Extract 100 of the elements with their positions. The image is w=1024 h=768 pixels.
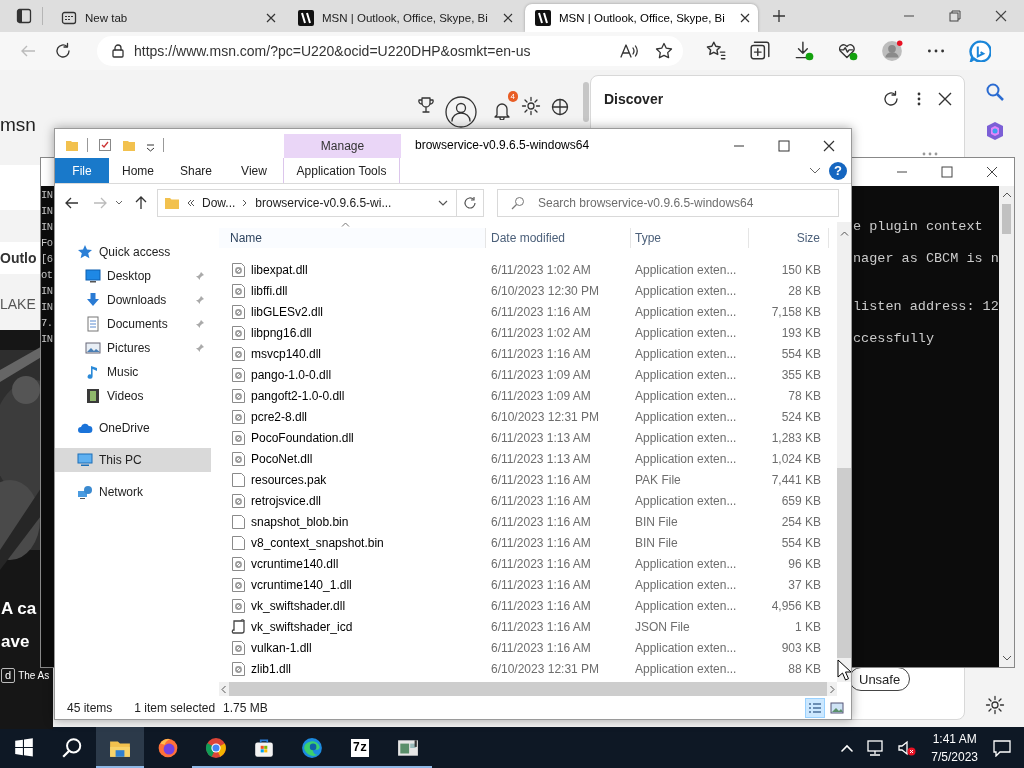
nav-item[interactable]: Documents	[55, 312, 211, 336]
maximize-icon[interactable]	[941, 166, 953, 178]
settings-icon[interactable]	[521, 96, 541, 116]
address-bar[interactable]: https://www.msn.com/?pc=U220&ocid=U220DHP&osmkt=en-us	[97, 36, 683, 66]
scroll-thumb[interactable]	[837, 468, 851, 658]
more-icon[interactable]	[916, 91, 922, 107]
file-row[interactable]: PocoNet.dll 6/11/2023 1:13 AM Application exten... 1,024 KB	[219, 448, 837, 469]
scroll-down-icon[interactable]	[1001, 655, 1012, 661]
browser-circle-icon[interactable]	[205, 736, 227, 759]
help-button[interactable]: ?	[829, 161, 847, 180]
column-header[interactable]: Size	[749, 228, 829, 248]
file-row[interactable]: vcruntime140_1.dll 6/11/2023 1:16 AM Application exten... 37 KB	[219, 574, 837, 595]
shopping-bag-icon[interactable]	[253, 736, 275, 759]
globe-icon[interactable]	[551, 96, 569, 116]
search-field[interactable]: Search browservice-v0.9.6.5-windows64	[497, 188, 839, 217]
taskbar-button[interactable]	[96, 727, 144, 768]
file-row[interactable]: pango-1.0-0.dll 6/11/2023 1:09 AM Application exten... 355 KB	[219, 364, 837, 385]
profile-avatar-icon[interactable]	[881, 40, 903, 62]
refresh-button[interactable]	[457, 188, 484, 217]
browser-tab[interactable]: MSN | Outlook, Office, Skype, Bi	[288, 4, 521, 32]
nav-item[interactable]: Downloads	[55, 288, 211, 312]
file-row[interactable]: v8_context_snapshot.bin 6/11/2023 1:16 AM BIN File 554 KB	[219, 532, 837, 553]
ribbon-tab[interactable]: View	[225, 158, 283, 183]
collections-icon[interactable]	[749, 40, 771, 62]
fox-globe-icon[interactable]	[157, 736, 179, 759]
plus-icon[interactable]	[772, 9, 786, 23]
restore-icon[interactable]	[949, 10, 961, 22]
read-aloud-icon[interactable]	[619, 43, 639, 59]
trophy-icon[interactable]	[417, 96, 435, 114]
account-icon[interactable]	[445, 96, 477, 128]
file-row[interactable]: msvcp140.dll 6/11/2023 1:16 AM Application exten... 554 KB	[219, 343, 837, 364]
headline-text[interactable]: A ca	[1, 596, 37, 622]
file-row[interactable]: pangoft2-1.0-0.dll 6/11/2023 1:09 AM Application exten... 78 KB	[219, 385, 837, 406]
file-row[interactable]: libGLESv2.dll 6/11/2023 1:16 AM Application exten... 7,158 KB	[219, 301, 837, 322]
nav-item[interactable]: Quick access	[55, 240, 211, 264]
ribbon-tab[interactable]: File	[55, 158, 109, 183]
favorites-icon[interactable]	[705, 40, 727, 62]
file-row[interactable]: vk_swiftshader_icd 6/11/2023 1:16 AM JSON File 1 KB	[219, 616, 837, 637]
breadcrumb[interactable]: browservice-v0.9.6.5-wi...	[255, 195, 392, 210]
ribbon-tab[interactable]: Application Tools	[283, 158, 400, 183]
close-icon[interactable]	[266, 13, 276, 23]
maximize-icon[interactable]	[778, 140, 790, 152]
close-icon[interactable]	[938, 92, 952, 106]
scroll-thumb[interactable]	[1002, 204, 1011, 234]
file-row[interactable]: pcre2-8.dll 6/10/2023 12:31 PM Application exten... 524 KB	[219, 406, 837, 427]
nav-item[interactable]: Desktop	[55, 264, 211, 288]
refresh-icon[interactable]	[882, 90, 900, 108]
file-row[interactable]: libexpat.dll 6/11/2023 1:02 AM Application exten... 150 KB	[219, 259, 837, 280]
nav-item[interactable]: Music	[55, 360, 211, 384]
column-header[interactable]: Date modified	[486, 228, 631, 248]
close-icon[interactable]	[995, 10, 1007, 22]
close-icon[interactable]	[503, 13, 513, 23]
network-icon[interactable]	[865, 738, 886, 757]
file-row[interactable]: PocoFoundation.dll 6/11/2023 1:13 AM Application exten... 1,283 KB	[219, 427, 837, 448]
nav-item[interactable]: Videos	[55, 384, 211, 408]
search-icon[interactable]	[61, 736, 83, 759]
wave-circle-icon[interactable]	[301, 736, 323, 759]
address-field[interactable]: Dow... browservice-v0.9.6.5-wi...	[157, 188, 457, 217]
file-row[interactable]: snapshot_blob.bin 6/11/2023 1:16 AM BIN File 254 KB	[219, 511, 837, 532]
file-row[interactable]: vcruntime140.dll 6/11/2023 1:16 AM Application exten... 96 KB	[219, 553, 837, 574]
dropdown-icon[interactable]	[146, 144, 155, 152]
ribbon-tab[interactable]: Share	[167, 158, 225, 183]
tab-actions-icon[interactable]	[16, 8, 32, 24]
bell-icon[interactable]	[493, 100, 511, 120]
properties-icon[interactable]	[98, 138, 112, 152]
chat-logo-icon[interactable]	[969, 40, 991, 62]
column-header[interactable]: Type	[631, 228, 749, 248]
up-icon[interactable]	[135, 195, 147, 210]
dropdown-icon[interactable]	[438, 199, 448, 206]
expand-ribbon-icon[interactable]	[809, 166, 821, 175]
overflow-chevron-icon[interactable]	[187, 198, 195, 207]
refresh-icon[interactable]	[54, 42, 72, 60]
browser-tab[interactable]: MSN | Outlook, Office, Skype, Bi	[525, 4, 758, 32]
nav-item[interactable]: This PC	[55, 448, 211, 472]
settings-icon[interactable]	[984, 695, 1005, 715]
nav-item[interactable]: Network	[55, 480, 211, 504]
download-icon[interactable]	[793, 40, 815, 62]
file-row[interactable]: libpng16.dll 6/11/2023 1:02 AM Application exten... 193 KB	[219, 322, 837, 343]
scroll-up-icon[interactable]	[1001, 192, 1012, 198]
nav-link[interactable]: LAKE	[0, 290, 40, 318]
clock-date[interactable]: 7/5/2023	[931, 747, 978, 766]
headline-text[interactable]: ave	[1, 629, 30, 655]
breadcrumb[interactable]: Dow...	[202, 195, 236, 210]
caret-up-icon[interactable]	[841, 743, 854, 752]
muted-volume-icon[interactable]	[897, 738, 918, 757]
file-row[interactable]: vulkan-1.dll 6/11/2023 1:16 AM Application exten... 903 KB	[219, 637, 837, 658]
site-logo[interactable]: msn	[0, 114, 36, 136]
office-logo-icon[interactable]	[984, 121, 1005, 141]
favorite-star-icon[interactable]	[655, 42, 673, 60]
close-icon[interactable]	[823, 140, 835, 152]
back-icon[interactable]	[65, 196, 79, 209]
recent-locations-icon[interactable]	[115, 199, 123, 206]
notifications-icon[interactable]	[992, 738, 1012, 757]
ribbon-tab[interactable]: Home	[109, 158, 167, 183]
clock-time[interactable]: 1:41 AM	[932, 729, 977, 748]
file-row[interactable]: vk_swiftshader.dll 6/11/2023 1:16 AM Application exten... 4,956 KB	[219, 595, 837, 616]
file-row[interactable]: zlib1.dll 6/10/2023 12:31 PM Application exten... 88 KB	[219, 658, 837, 679]
nav-link[interactable]: Outlo	[0, 242, 40, 274]
file-row[interactable]: retrojsvice.dll 6/11/2023 1:16 AM Application exten... 659 KB	[219, 490, 837, 511]
start-icon[interactable]	[13, 736, 35, 759]
